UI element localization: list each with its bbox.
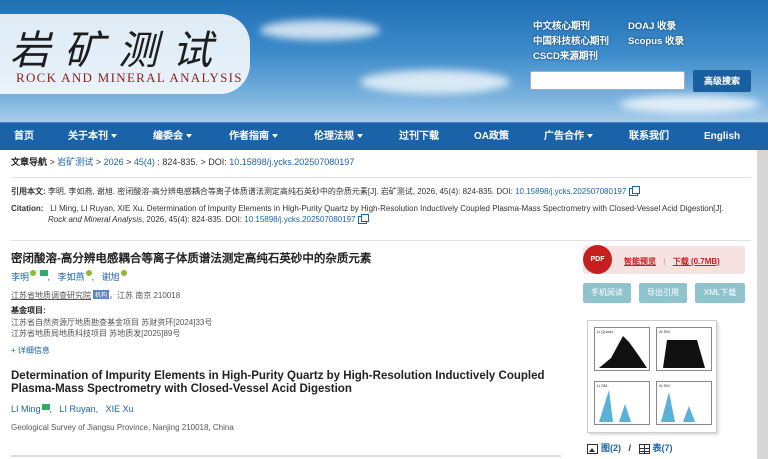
author-link[interactable]: 李如燕 (58, 272, 85, 282)
main-nav: 首页 关于本刊 编委会 作者指南 伦理法规 过刊下载 OA政策 广告合作 联系我… (0, 122, 768, 150)
chevron-down-icon (272, 134, 278, 139)
chevron-down-icon (186, 134, 192, 139)
breadcrumb-doi-label: > DOI: (200, 157, 227, 167)
affiliation-link[interactable]: 江苏省地质调查研究院 (11, 291, 91, 300)
index-link-cscd[interactable]: CSCD来源期刊 (533, 49, 598, 64)
author-list-cn: 李明 , 李如燕, 谢旭 (11, 270, 127, 283)
chevron-down-icon (357, 134, 363, 139)
nav-author-guide[interactable]: 作者指南 (229, 123, 278, 151)
index-link-scopus[interactable]: Scopus 收录 (628, 34, 684, 49)
citation-en-journal: Rock and Mineral Analysis (48, 215, 142, 224)
author-link[interactable]: 谢旭 (102, 272, 120, 282)
nav-ethics[interactable]: 伦理法规 (314, 123, 363, 151)
index-link-cstpcd[interactable]: 中国科技核心期刊 (533, 34, 609, 49)
cloud-decoration (360, 70, 510, 94)
divider (11, 240, 751, 241)
fund-item: 江苏省地质局地质科技项目 苏地质发[2025]89号 (11, 329, 181, 338)
email-icon[interactable] (39, 270, 48, 276)
breadcrumb-label: 文章导航 (11, 157, 48, 167)
email-icon[interactable] (41, 404, 50, 410)
image-icon (587, 443, 598, 454)
nav-english[interactable]: English (704, 123, 740, 151)
citation-en-line2: Rock and Mineral Analysis, 2026, 45(4): … (48, 213, 370, 225)
citation-cn-label: 引用本文: (11, 187, 46, 196)
spectrum-plot: Li SM (594, 381, 650, 425)
peak-shape (661, 392, 695, 422)
chevron-down-icon (587, 134, 593, 139)
header-banner: 岩矿测试 ROCK AND MINERAL ANALYSIS 中文核心期刊 DO… (0, 0, 768, 122)
fund-label: 基金项目: (11, 306, 46, 315)
divider (11, 455, 561, 457)
smart-preview-link[interactable]: 智能预览 (624, 257, 656, 266)
nav-contact[interactable]: 联系我们 (629, 123, 669, 151)
xml-download-button[interactable]: XML下载 (695, 283, 745, 303)
orcid-icon[interactable] (120, 270, 127, 276)
citation-en-label: Citation: (11, 204, 44, 213)
copy-icon[interactable] (629, 185, 641, 196)
divider (11, 177, 751, 178)
spectrum-plot: Al SM (656, 327, 712, 371)
citation-en: Citation: LI Ming, LI Ruyan, XIE Xu. Det… (11, 203, 751, 214)
journal-logo-cn[interactable]: 岩矿测试 (10, 18, 226, 76)
breadcrumb-year[interactable]: 2026 (104, 157, 124, 167)
peak-shape (599, 390, 631, 422)
nav-oa-policy[interactable]: OA政策 (474, 123, 509, 151)
author-list-en: LI Ming, LI Ruyan, XIE Xu (11, 404, 134, 414)
scroll-gutter (757, 150, 768, 459)
nav-archive[interactable]: 过刊下载 (399, 123, 439, 151)
mobile-read-button[interactable]: 手机阅读 (583, 283, 631, 303)
nav-about[interactable]: 关于本刊 (68, 123, 117, 151)
author-link[interactable]: LI Ming (11, 404, 41, 414)
copy-icon[interactable] (358, 213, 370, 224)
affiliation-en: Geological Survey of Jiangsu Province, N… (11, 423, 234, 432)
orcid-icon[interactable] (30, 270, 37, 276)
export-citation-button[interactable]: 导出引用 (639, 283, 687, 303)
pdf-links: 智能预览 | 下载 (0.7MB) (624, 257, 720, 266)
nav-home[interactable]: 首页 (14, 123, 34, 151)
tables-link[interactable]: 表(7) (653, 443, 673, 453)
breadcrumb-doi[interactable]: 10.15898/j.ycks.202507080197 (229, 157, 354, 167)
affiliation-cn: 江苏省地质调查研究院 机构 ，江苏 南京 210018 (11, 290, 181, 300)
article-title-en: Determination of Impurity Elements in Hi… (11, 370, 545, 395)
peak-shape (663, 340, 705, 368)
breadcrumb-journal[interactable]: 岩矿测试 (57, 157, 93, 167)
advanced-search-button[interactable]: 高级搜索 (693, 70, 751, 92)
pdf-download-link[interactable]: 下载 (0.7MB) (673, 257, 720, 266)
more-details-link[interactable]: + 详细信息 (11, 345, 50, 356)
spectrum-plot: Li Quartz (594, 327, 650, 371)
journal-logo-en: ROCK AND MINERAL ANALYSIS (16, 70, 243, 85)
breadcrumb-issue[interactable]: 45(4) (134, 157, 155, 167)
breadcrumb-pages: : 824-835. (157, 157, 198, 167)
author-link[interactable]: LI Ruyan (60, 404, 96, 414)
breadcrumb: 文章导航 > 岩矿测试 > 2026 > 45(4) : 824-835. > … (11, 157, 355, 167)
cloud-decoration (260, 20, 380, 40)
citation-cn: 引用本文: 李明, 李如燕, 谢旭. 密闭酸溶-高分辨电感耦合等离子体质谱法测定… (11, 185, 641, 197)
institution-tag[interactable]: 机构 (93, 290, 110, 299)
article-title-cn: 密闭酸溶-高分辨电感耦合等离子体质谱法测定高纯石英砂中的杂质元素 (11, 253, 372, 265)
pdf-icon[interactable]: PDF (583, 245, 612, 274)
citation-en-text: LI Ming, LI Ruyan, XIE Xu. Determination… (50, 204, 724, 213)
citation-cn-doi[interactable]: 10.15898/j.ycks.202507080197 (515, 187, 626, 196)
chevron-down-icon (111, 134, 117, 139)
index-link-core[interactable]: 中文核心期刊 (533, 19, 590, 34)
search-input[interactable] (530, 71, 685, 90)
nav-advertising[interactable]: 广告合作 (544, 123, 593, 151)
figure-table-links: 图(2) / 表(7) (587, 441, 673, 454)
table-icon (638, 443, 650, 454)
citation-en-doi[interactable]: 10.15898/j.ycks.202507080197 (244, 215, 355, 224)
figure-thumbnail[interactable]: Li Quartz Al SM Li SM Al SM (587, 320, 717, 433)
citation-en-text-2: , 2026, 45(4): 824-835. DOI: (141, 215, 243, 224)
author-link[interactable]: XIE Xu (106, 404, 134, 414)
index-link-doaj[interactable]: DOAJ 收录 (628, 19, 676, 34)
spectrum-plot: Al SM (656, 381, 712, 425)
nav-editorial-board[interactable]: 编委会 (153, 123, 192, 151)
fund-item: 江苏省自然资源厅地质勘查基金项目 苏财资环[2024]33号 (11, 318, 213, 327)
citation-cn-text: 李明, 李如燕, 谢旭. 密闭酸溶-高分辨电感耦合等离子体质谱法测定高纯石英砂中… (47, 187, 513, 196)
cloud-decoration (620, 95, 760, 113)
peak-shape (599, 336, 647, 368)
figures-link[interactable]: 图(2) (601, 443, 621, 453)
author-link[interactable]: 李明 (11, 272, 29, 282)
